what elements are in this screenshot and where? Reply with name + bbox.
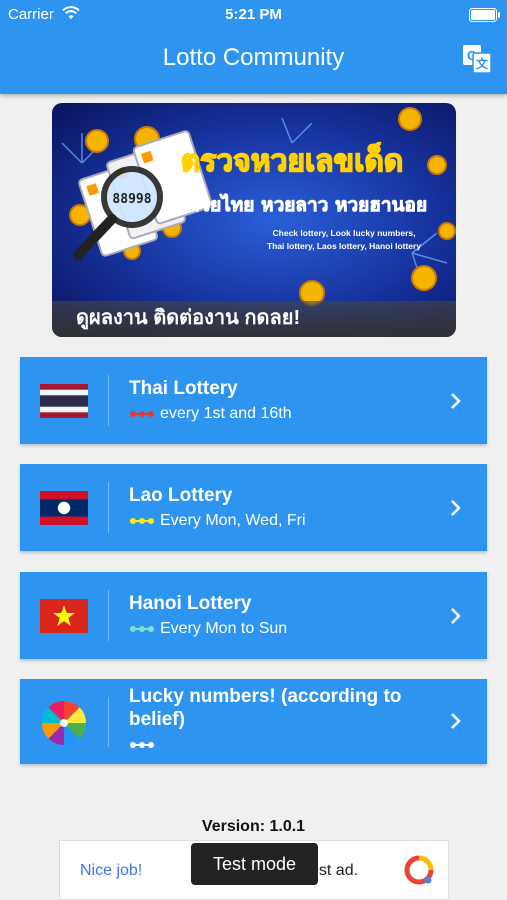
menu-item-hanoi-lottery[interactable]: Hanoi Lottery Every Mon to Sun (20, 572, 487, 659)
menu-item-title: Lucky numbers! (according to belief) (129, 686, 402, 730)
page-title: Lotto Community (162, 44, 345, 71)
menu-item-thai-lottery[interactable]: Thai Lottery every 1st and 16th (20, 357, 487, 444)
divider (108, 482, 109, 533)
schedule-text: every 1st and 16th (160, 405, 292, 422)
vietnam-flag-icon (40, 599, 88, 633)
chevron-right-icon (451, 500, 461, 516)
status-bar: Carrier 5:21 PM (0, 0, 507, 28)
battery-icon (469, 8, 500, 22)
wheel-icon (41, 700, 87, 746)
menu-item-schedule: Every Mon, Wed, Fri (129, 512, 306, 530)
chevron-right-icon (451, 713, 461, 729)
banner-caption: ดูผลงาน ติดต่องาน กดลย! (52, 301, 456, 337)
menu-item-schedule: every 1st and 16th (129, 405, 292, 423)
schedule-dots-icon (130, 410, 154, 417)
menu-item-title: Thai Lottery (129, 378, 238, 399)
banner-english-line-1: Check lottery, Look lucky numbers, (273, 228, 416, 238)
menu-item-lucky-numbers[interactable]: Lucky numbers! (according to belief) (20, 679, 487, 764)
test-mode-toast: Test mode (191, 843, 318, 885)
promo-banner[interactable]: 88998 ตรวจหวยเลขเด็ด หวยไทย หวยลาว หวยฮา… (52, 103, 456, 337)
app-header: Carrier 5:21 PM Lotto Community G 文 (0, 0, 507, 94)
menu-item-title: Lao Lottery (129, 485, 233, 506)
laos-flag-icon (40, 491, 88, 525)
version-label: Version: 1.0.1 (201, 818, 306, 835)
thailand-flag-icon (40, 384, 88, 418)
menu-item-schedule: Every Mon to Sun (129, 620, 287, 638)
divider (108, 590, 109, 641)
translate-icon[interactable]: G 文 (463, 45, 491, 73)
svg-text:文: 文 (476, 56, 489, 71)
chevron-right-icon (451, 393, 461, 409)
banner-headline: ตรวจหวยเลขเด็ด (181, 142, 404, 179)
schedule-text: Every Mon, Wed, Fri (160, 512, 306, 529)
chevron-right-icon (451, 608, 461, 624)
ad-text-left: Nice job! (80, 862, 143, 879)
banner-english-line-2: Thai lottery, Laos lottery, Hanoi lotter… (267, 241, 421, 251)
ad-logo-icon (404, 855, 434, 885)
svg-text:88998: 88998 (112, 192, 151, 207)
status-time: 5:21 PM (225, 6, 282, 23)
divider (108, 375, 109, 426)
schedule-dots-icon (130, 517, 154, 524)
schedule-dots-icon (130, 625, 154, 632)
schedule-text: Every Mon to Sun (160, 620, 288, 637)
divider (108, 697, 109, 747)
menu-item-title: Hanoi Lottery (129, 593, 252, 614)
menu-item-schedule (129, 736, 160, 754)
schedule-dots-icon (130, 741, 154, 748)
banner-subheadline: หวยไทย หวยลาว หวยฮานอย (187, 193, 427, 216)
menu-item-lao-lottery[interactable]: Lao Lottery Every Mon, Wed, Fri (20, 464, 487, 551)
